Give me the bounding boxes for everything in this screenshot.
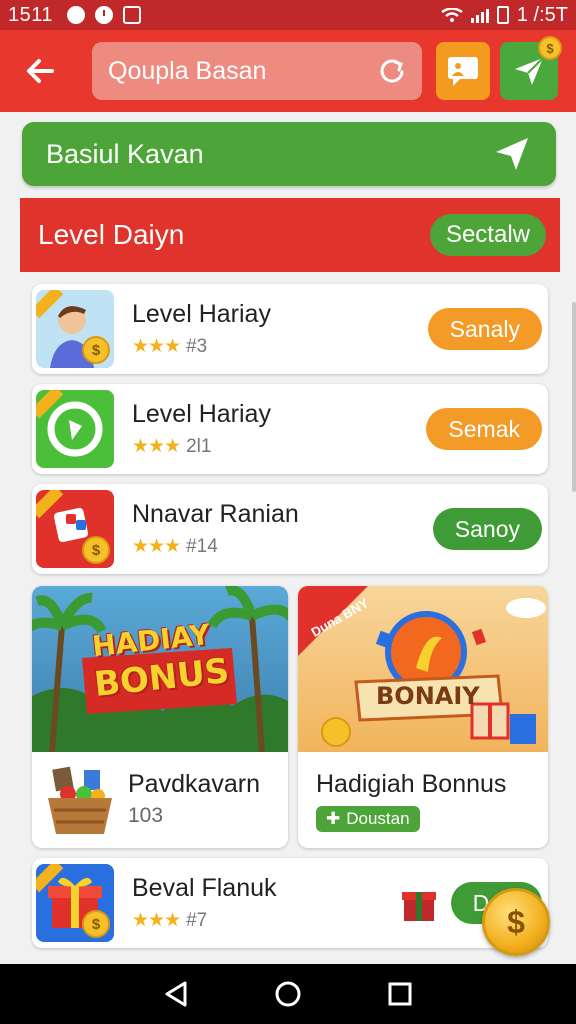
promo-title: Pavdkavarn [128,770,261,798]
section-title: Level Daiyn [38,219,185,250]
coin-icon: $ [538,36,562,60]
app-bar: Qoupla Basan $ [0,30,576,112]
feature-banner-title: Basiul Kavan [46,138,204,169]
item-action-button[interactable]: Sanaly [427,308,542,350]
navigate-icon [496,138,528,170]
coin-icon: $ [82,910,110,938]
promo-art: Duna BNY BONAIY [298,586,548,752]
refresh-icon [380,59,404,83]
send-button[interactable]: $ [500,36,562,100]
coin-fab-button[interactable]: $ [482,888,550,956]
gift-basket-icon [48,766,112,834]
promo-card[interactable]: HADIAY BONUS Pavdkavarn 103 [32,586,288,848]
screenshot-icon [123,6,142,24]
nav-home-icon[interactable] [273,979,303,1009]
refresh-circle-icon [47,401,103,457]
rating-stars-icon: ★★★ [132,536,181,557]
battery-icon [496,6,509,24]
list-item[interactable]: Level Hariay ★★★ 2l1 Semak [32,384,548,474]
chat-icon [448,57,478,86]
promo-title: Hadigiah Bonnus [316,770,507,798]
item-count: #14 [186,535,218,557]
status-bar: 1511 1 /:5T [0,0,576,30]
item-title: Nnavar Ranian [132,500,299,528]
status-right-text: 1 /:5T [516,3,568,26]
item-action-button[interactable]: Sanoy [432,508,542,550]
coin-icon: $ [82,536,110,564]
promo-card[interactable]: Duna BNY BONAIY Hadigiah Bonnus ✚ Dousta… [298,586,548,848]
content-area: Basiul Kavan Level Daiyn Sectalw $ Level… [0,112,576,964]
item-thumbnail: $ [36,864,114,942]
scrollbar[interactable] [572,302,576,492]
promo-badge-label: Doustan [346,809,410,828]
item-title: Level Hariay [132,400,271,428]
plus-icon: ✚ [326,809,341,828]
feature-banner[interactable]: Basiul Kavan [22,122,556,186]
promo-art: HADIAY BONUS [32,586,288,752]
coin-icon: $ [82,336,110,364]
refresh-button[interactable] [372,51,412,91]
back-button[interactable] [10,41,70,101]
rating-stars-icon: ★★★ [132,336,181,357]
nav-back-icon[interactable] [161,979,191,1009]
chat-button[interactable] [436,42,490,100]
item-count: 2l1 [186,435,212,457]
promo-subtitle: 103 [128,804,164,827]
send-icon [515,57,544,85]
item-count: #7 [186,909,208,931]
wifi-icon [441,8,463,22]
status-time: 1511 [8,3,54,26]
rating-stars-icon: ★★★ [132,436,181,457]
search-placeholder[interactable]: Qoupla Basan [108,57,372,86]
search-field[interactable]: Qoupla Basan [92,42,422,100]
system-nav-bar [0,964,576,1024]
signal-icon [470,7,489,23]
item-thumbnail [36,390,114,468]
list-item[interactable]: $ Beval Flanuk ★★★ #7 De [32,858,548,948]
section-button[interactable]: Sectalw [429,214,546,256]
item-count: #3 [186,335,208,357]
section-header: Level Daiyn Sectalw [20,198,560,272]
back-arrow-icon [27,59,54,83]
nav-recents-icon[interactable] [385,979,415,1009]
list-item[interactable]: $ Level Hariay ★★★ #3 Sanaly [32,284,548,374]
item-action-button[interactable]: Semak [426,408,542,450]
item-thumbnail: $ [36,490,114,568]
rating-stars-icon: ★★★ [132,910,181,931]
item-title: Beval Flanuk [132,874,277,902]
gift-icon [401,892,436,921]
promo-badge[interactable]: ✚ Doustan [316,806,420,832]
promo-art-text: BONAIY [376,682,480,710]
item-title: Level Hariay [132,300,271,328]
list-item[interactable]: $ Nnavar Ranian ★★★ #14 Sanoy [32,484,548,574]
alarm-icon [95,6,114,24]
notification-icon [67,6,86,24]
item-thumbnail: $ [36,290,114,368]
